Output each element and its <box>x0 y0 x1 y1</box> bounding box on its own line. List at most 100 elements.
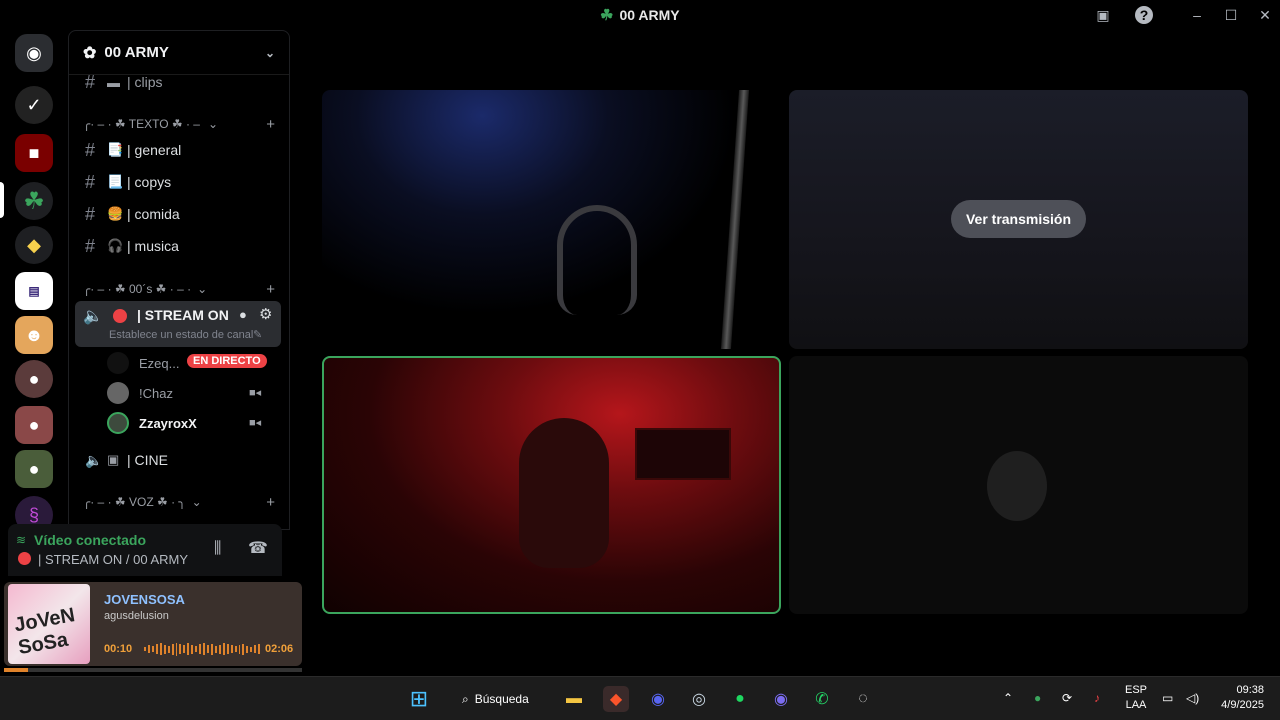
waveform-bar <box>238 644 241 654</box>
category-00s[interactable]: ╭· ‒ · ☘ 00´s ☘ · ‒ · ⌄ + <box>83 280 275 298</box>
window-title: ☘ 00 ARMY <box>600 7 680 24</box>
help-icon[interactable]: ? <box>1135 6 1153 24</box>
disconnect-icon[interactable]: ☎ <box>248 538 268 558</box>
signal-icon: ≋ <box>16 533 27 547</box>
maximize-icon[interactable]: ☐ <box>1222 6 1240 24</box>
discord-taskbar-icon[interactable]: ◉ <box>645 686 671 712</box>
chevron-down-icon[interactable]: ⌄ <box>265 46 275 60</box>
add-channel-icon[interactable]: + <box>266 494 275 511</box>
soundboard-icon[interactable]: ⫼ <box>214 540 221 558</box>
app-icon[interactable]: ◌ <box>850 686 876 712</box>
microphone-icon[interactable]: ♪ <box>1094 691 1100 705</box>
server-rail: ◉ ✓ ■ ☘ ◆ ▤ ☻ ● ● ● § <box>0 30 68 534</box>
steam-icon[interactable]: ◎ <box>686 686 712 712</box>
add-channel-icon[interactable]: + <box>266 116 275 133</box>
server-icon-red[interactable]: ■ <box>15 134 53 172</box>
voice-connection-panel: ≋ Vídeo conectado | STREAM ON / 00 ARMY … <box>8 524 282 576</box>
hash-icon: # <box>85 171 96 192</box>
server-icon-avatar-3[interactable]: ● <box>15 450 53 488</box>
channel-emoji: 🎧 <box>107 238 124 253</box>
background-pole <box>720 90 750 349</box>
video-tile-speaking[interactable] <box>322 356 781 614</box>
channel-musica[interactable]: # 🎧 | musica <box>77 231 281 261</box>
whatsapp-icon[interactable]: ✆ <box>809 686 835 712</box>
chat-bubble-icon[interactable]: ● <box>239 307 247 322</box>
channel-copys[interactable]: # 📃 | copys <box>77 167 281 197</box>
channel-comida[interactable]: # 🍔 | comida <box>77 199 281 229</box>
music-player-popup: JoVeN SoSa JOVENSOSA agusdelusion 00:10 … <box>4 582 302 666</box>
waveform-bar <box>183 645 186 653</box>
hash-icon: # <box>85 139 96 160</box>
add-channel-icon[interactable]: + <box>266 281 275 298</box>
person-dark <box>987 451 1047 521</box>
channel-sidebar: ✿ 00 ARMY ⌄ # ▬ | clips ╭· ‒ · ☘ TEXTO ☘… <box>68 30 290 530</box>
server-icon-pills[interactable]: ▤ <box>15 272 53 310</box>
live-badge: EN DIRECTO <box>187 354 267 368</box>
waveform-bar <box>254 645 257 653</box>
discord-home-icon[interactable]: ◉ <box>15 34 53 72</box>
server-icon-cartoon[interactable]: ☻ <box>15 316 53 354</box>
voice-user-chaz[interactable]: !Chaz <box>107 380 173 406</box>
video-tile-dark[interactable] <box>789 356 1248 614</box>
avatar <box>107 382 129 404</box>
close-icon[interactable]: ✕ <box>1256 6 1274 24</box>
waveform-bar <box>147 645 150 653</box>
waveform-bar <box>230 645 233 653</box>
gear-icon[interactable]: ⚙ <box>259 305 272 323</box>
chevron-down-icon[interactable]: ⌄ <box>192 495 202 509</box>
voice-channel-stream-on[interactable]: 🔈 | STREAM ON ● ⚙ Establece un estado de… <box>75 301 281 347</box>
waveform-bar <box>171 643 174 655</box>
tray-status-icon[interactable]: ● <box>1034 691 1041 705</box>
category-texto[interactable]: ╭· ‒ · ☘ TEXTO ☘ · ‒ ⌄ + <box>83 115 275 133</box>
volume-icon[interactable]: ◁) <box>1186 691 1199 705</box>
background-monitor <box>635 428 731 480</box>
voice-user-ezeq[interactable]: Ezeq... <box>107 350 179 376</box>
red-circle-icon <box>113 309 127 323</box>
category-voz[interactable]: ╭· ‒ · ☘ VOZ ☘ · ╮ ⌄ + <box>83 493 275 511</box>
waveform <box>144 642 261 656</box>
obs-icon[interactable]: ◉ <box>768 686 794 712</box>
minimize-icon[interactable]: – <box>1188 6 1206 24</box>
chevron-down-icon[interactable]: ⌄ <box>208 117 218 131</box>
waveform-bar <box>179 644 182 654</box>
server-icon-avatar-1[interactable]: ● <box>15 360 53 398</box>
taskbar-search[interactable]: ⌕ Búsqueda <box>452 685 544 713</box>
title-bar: ☘ 00 ARMY ▣ ? – ☐ ✕ <box>0 0 1280 30</box>
clover-icon: ☘ <box>600 7 614 24</box>
voice-channel-cine[interactable]: 🔈 ▣ | CINE <box>77 445 281 475</box>
waveform-bar <box>175 642 178 656</box>
brave-browser-icon[interactable]: ◆ <box>603 686 629 712</box>
waveform-bar <box>226 644 229 654</box>
waveform-bar <box>195 646 198 652</box>
windows-start-icon[interactable]: ⊞ <box>406 686 432 712</box>
waveform-bar <box>187 643 190 655</box>
channel-emoji: 📃 <box>107 174 124 189</box>
channel-general[interactable]: # 📑 | general <box>77 135 281 165</box>
channel-clips[interactable]: # ▬ | clips <box>77 67 281 97</box>
pencil-icon[interactable]: ✎ <box>253 328 262 341</box>
network-icon[interactable]: ▭ <box>1162 691 1173 705</box>
voice-user-zzayroxx[interactable]: ZzayroxX <box>107 410 197 436</box>
waveform-bar <box>234 646 237 652</box>
waveform-bar <box>207 645 209 653</box>
music-progress-bar[interactable] <box>4 668 302 672</box>
language-indicator[interactable]: ESP LAA <box>1122 683 1150 713</box>
sync-icon[interactable]: ⟳ <box>1062 691 1072 705</box>
file-explorer-icon[interactable]: ▬ <box>561 686 587 712</box>
server-icon-avatar-2[interactable]: ● <box>15 406 53 444</box>
hash-icon: # <box>85 235 96 256</box>
red-circle-icon <box>18 552 31 565</box>
watch-stream-button[interactable]: Ver transmisión <box>951 200 1086 238</box>
album-cover: JoVeN SoSa <box>8 584 90 664</box>
server-icon-nike[interactable]: ✓ <box>15 86 53 124</box>
chevron-down-icon[interactable]: ⌄ <box>197 282 207 296</box>
spotify-icon[interactable]: ● <box>727 686 753 712</box>
video-tile-headset[interactable] <box>322 90 780 349</box>
system-clock[interactable]: 09:38 4/9/2025 <box>1212 683 1264 713</box>
server-icon-duck[interactable]: ◆ <box>15 226 53 264</box>
video-tile-stream[interactable]: Ver transmisión <box>789 90 1248 349</box>
server-icon-00-army[interactable]: ☘ <box>15 182 53 220</box>
waveform-bar <box>214 645 217 653</box>
chevron-up-icon[interactable]: ⌃ <box>1003 691 1013 705</box>
inbox-icon[interactable]: ▣ <box>1094 6 1112 24</box>
